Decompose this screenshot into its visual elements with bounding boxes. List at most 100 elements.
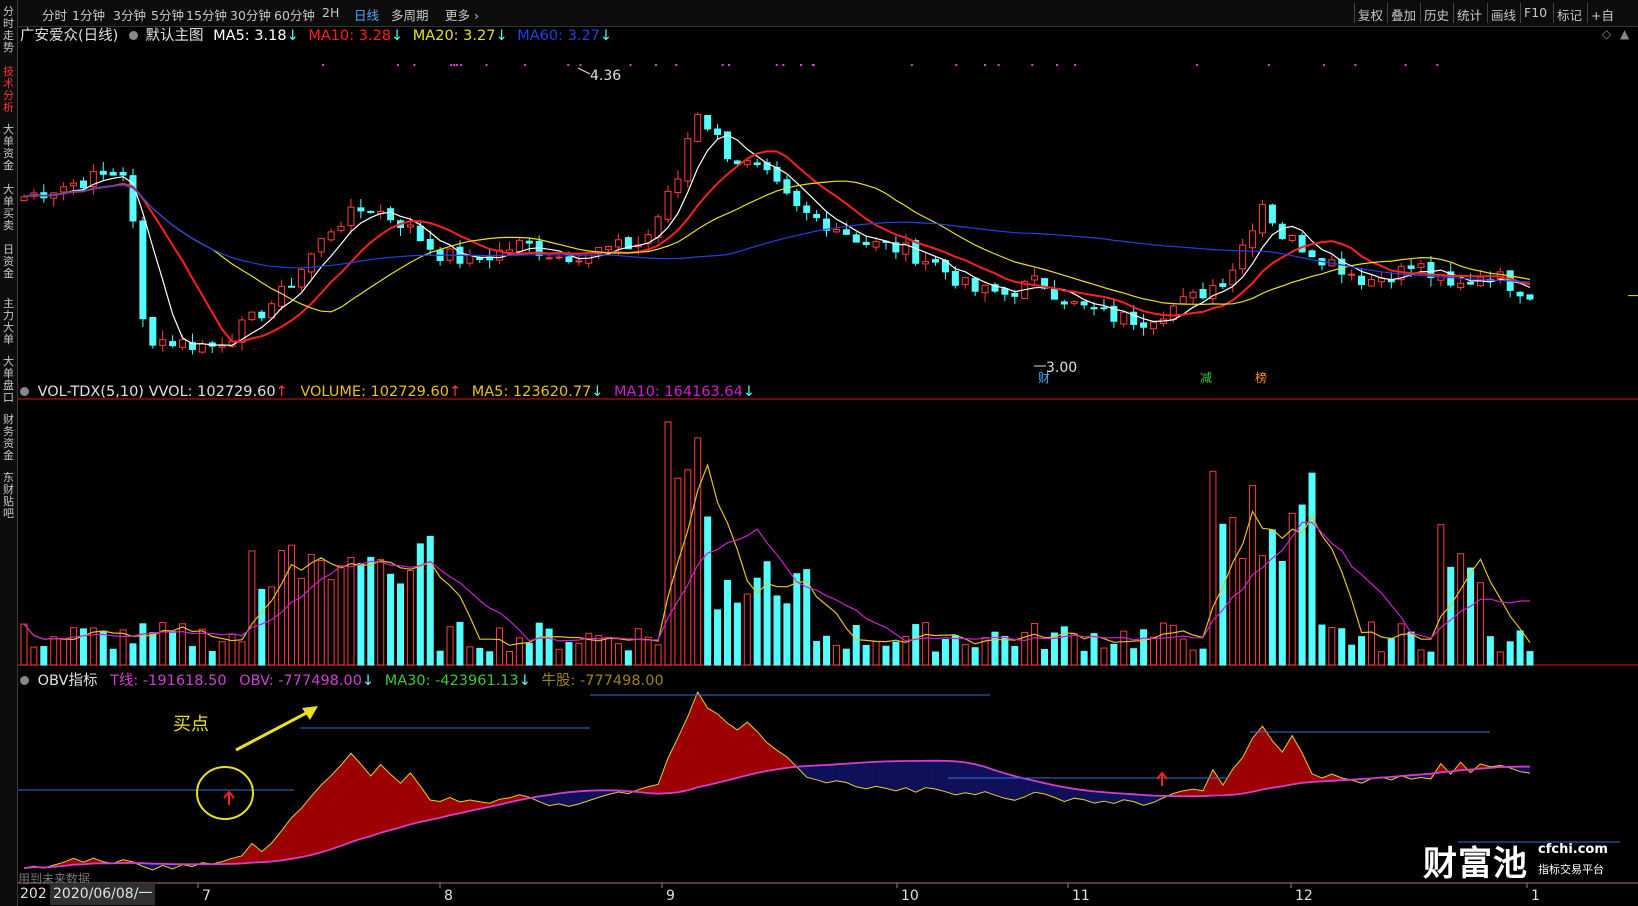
sidebar-item[interactable]: 东财贴吧 [0, 472, 17, 520]
volume-bar-down [1427, 651, 1435, 666]
stock-title[interactable]: 广安爱众(日线) [20, 28, 118, 44]
obv-fill [915, 760, 926, 793]
ma10-value: MA10: 3.28 [308, 28, 392, 44]
sidebar-item[interactable]: 大单买卖 [0, 184, 17, 232]
volume-bar-up [179, 623, 187, 666]
volume-bar-down [476, 647, 484, 666]
obv-fill [737, 721, 748, 779]
candle-down [1467, 281, 1475, 285]
candle-up [347, 206, 355, 227]
candle-up [575, 260, 583, 263]
candle-up [248, 311, 256, 321]
candle-up [545, 257, 553, 260]
signal-dot [728, 64, 731, 66]
signal-dot [1031, 64, 1034, 66]
volume-bar-down [1199, 648, 1207, 666]
candle-down [971, 277, 979, 292]
volume-bar-down [208, 650, 216, 666]
sidebar-item[interactable]: 技术分析 [0, 66, 17, 114]
obv-indicator-title[interactable]: OBV指标 [38, 673, 98, 689]
volume-bar-down [565, 642, 573, 666]
cursor-date-label: 2020/06/08/一 [50, 883, 156, 905]
volume-bar-down [1090, 633, 1098, 666]
volume-bar-up [614, 643, 622, 666]
obv-fill [410, 772, 421, 825]
volume-bar-up [1189, 649, 1197, 666]
obv-fill [994, 769, 1006, 799]
volume-bar-up [50, 636, 58, 666]
template-dot-icon[interactable] [20, 387, 29, 396]
volume-bar-down [1338, 628, 1346, 666]
volume-bar-up [238, 641, 246, 666]
low-price-label: 3.00 [1046, 360, 1077, 376]
signal-dot [453, 64, 456, 66]
volume-chart [20, 421, 1534, 666]
caret-up-icon[interactable]: ▲ [1620, 27, 1629, 41]
candle-up [872, 241, 880, 248]
candle-up [1070, 301, 1078, 304]
template-dot-icon[interactable] [20, 676, 29, 685]
signal-dot [811, 64, 814, 66]
candle-down [1298, 235, 1306, 253]
month-label: 8 [444, 888, 453, 904]
volume-bar-up [1258, 555, 1266, 666]
template-name[interactable]: 默认主图 [146, 28, 204, 44]
sidebar-item[interactable]: 大单资金 [0, 124, 17, 172]
candle-up [1288, 235, 1296, 241]
volume-bar-up [466, 646, 474, 666]
candle-down [109, 171, 117, 176]
sidebar-item[interactable]: 财务资金 [0, 414, 17, 462]
volume-bar-down [397, 583, 404, 666]
volume-bar-up [70, 627, 78, 666]
sidebar-item[interactable]: 大单盘口 [0, 356, 17, 404]
month-label: 1 [1531, 888, 1540, 904]
down-arrow-icon: ↓ [742, 384, 755, 400]
signal-dot [775, 64, 778, 66]
template-dot-icon[interactable] [128, 31, 138, 40]
volume-bar-up [60, 639, 68, 666]
obv-fill [390, 773, 401, 831]
volume-bar-down [932, 651, 940, 666]
sidebar-item[interactable]: 分时走势 [0, 6, 17, 54]
volume-bar-down [188, 646, 196, 666]
chart-canvas[interactable]: 4.36 3.00财 减 榜 7 8 9 10 11 12 1 [18, 0, 1638, 906]
event-marker: 财 [1038, 371, 1050, 385]
volume-bar-up [505, 650, 513, 666]
volume-bar-up [228, 634, 236, 666]
candle-up [159, 339, 167, 346]
candle-up [1120, 311, 1128, 325]
volume-bar-up [515, 637, 523, 666]
sidebar-item[interactable]: 日资金 [0, 244, 17, 280]
volume-bar-down [793, 573, 801, 666]
volume-bar-down [129, 643, 137, 666]
candle-down [733, 160, 741, 165]
candle-down [1219, 283, 1227, 287]
volume-bar-up [198, 628, 206, 666]
obv-fill [429, 799, 441, 821]
volume-bar-down [258, 588, 266, 666]
candle-down [951, 270, 959, 286]
candle-up [832, 229, 840, 233]
obv-fill [1004, 772, 1016, 801]
diamond-icon[interactable]: ◇ [1602, 27, 1611, 41]
signal-dot [1074, 64, 1077, 66]
volume-bar-up [1328, 627, 1336, 666]
vol-ma5-value: MA5: 123620.77 [471, 384, 592, 400]
obv-fill [350, 752, 362, 843]
candle-down [79, 180, 87, 189]
volume-indicator-title[interactable]: VOL-TDX(5,10) [38, 384, 144, 400]
candle-up [1229, 269, 1237, 286]
sidebar-item[interactable]: 主力大单 [0, 298, 17, 346]
volume-bar-up [555, 648, 563, 666]
candle-up [922, 261, 930, 265]
obv-fill [251, 842, 263, 863]
obv-fill [667, 737, 679, 794]
volume-bar-down [723, 579, 731, 666]
volume-bar-down [813, 641, 821, 666]
volume-bar-up [1070, 633, 1078, 666]
down-arrow-icon: ↓ [495, 28, 508, 44]
volume-bar-down [1080, 650, 1088, 666]
candle-down [704, 115, 712, 130]
buy-signal-arrow [223, 790, 235, 805]
obv-fill [330, 764, 342, 850]
